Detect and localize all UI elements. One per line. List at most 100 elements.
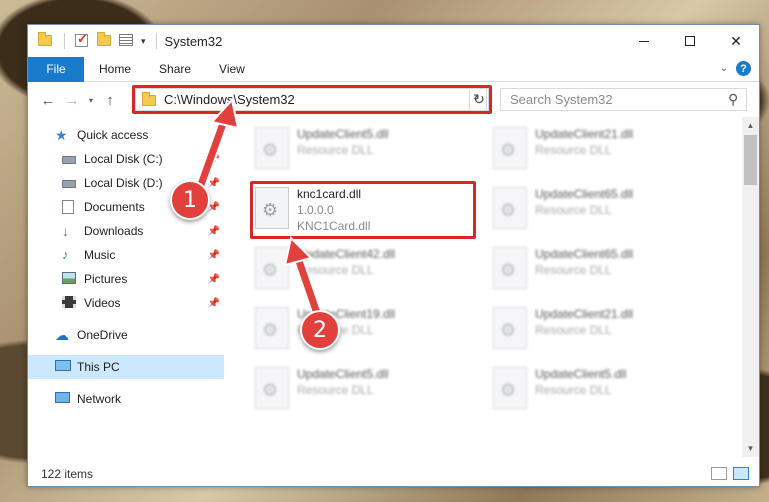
help-icon[interactable]: ? xyxy=(736,61,751,76)
ribbon-tabs: File Home Share View ⌄ ? xyxy=(28,56,759,82)
sidebar-item-label: Local Disk (C:) xyxy=(84,152,163,166)
search-icon[interactable]: ⚲ xyxy=(728,91,738,108)
large-icons-view-icon[interactable] xyxy=(733,467,749,480)
file-name: UpdateClient42.dll xyxy=(297,247,396,261)
pin-icon[interactable]: 📌 xyxy=(208,274,220,285)
file-item[interactable]: UpdateClient21.dll Resource DLL xyxy=(488,121,718,177)
sidebar-item-label: Downloads xyxy=(84,224,144,238)
file-name: UpdateClient5.dll xyxy=(535,367,627,381)
sidebar-item-network[interactable]: Network xyxy=(28,387,224,411)
dll-file-icon xyxy=(493,247,527,289)
pictures-icon xyxy=(62,272,78,286)
sidebar-item-label: This PC xyxy=(77,360,120,374)
file-name: UpdateClient5.dll xyxy=(297,127,389,141)
dll-file-icon xyxy=(255,367,289,409)
file-explorer-window: ▾ System32 ✕ File Home Share View ⌄ ? ← … xyxy=(27,24,760,487)
tab-file[interactable]: File xyxy=(28,56,84,82)
file-name: UpdateClient65.dll xyxy=(535,187,634,201)
file-item[interactable]: UpdateClient19.dll Resource DLL xyxy=(250,301,480,357)
dll-file-icon xyxy=(493,307,527,349)
file-item[interactable]: UpdateClient65.dll Resource DLL xyxy=(488,181,718,237)
sidebar-item-music[interactable]: ♪ Music 📌 xyxy=(28,243,224,267)
file-item-selected[interactable]: knc1card.dll 1.0.0.0 KNC1Card.dll xyxy=(250,181,480,239)
minimize-button[interactable] xyxy=(621,25,667,57)
file-description: Resource DLL xyxy=(535,383,612,397)
pin-icon[interactable]: 📌 xyxy=(208,178,220,189)
dll-file-icon xyxy=(493,367,527,409)
sidebar-item-label: Local Disk (D:) xyxy=(84,176,163,190)
sidebar-item-this-pc[interactable]: This PC xyxy=(28,355,224,379)
quick-access-toolbar: ▾ xyxy=(28,31,161,49)
dll-file-icon xyxy=(255,307,289,349)
vertical-scrollbar[interactable]: ▲ ▼ xyxy=(742,117,759,457)
file-item[interactable]: UpdateClient65.dll Resource DLL xyxy=(488,241,718,297)
file-item[interactable]: UpdateClient21.dll Resource DLL xyxy=(488,301,718,357)
scrollbar-thumb[interactable] xyxy=(744,135,757,185)
dll-file-icon xyxy=(493,187,527,229)
pin-icon[interactable]: 📌 xyxy=(208,226,220,237)
star-icon: ★ xyxy=(55,127,68,143)
divider xyxy=(64,33,65,49)
properties-icon[interactable] xyxy=(119,34,135,48)
pin-icon[interactable]: 📌 xyxy=(208,250,220,261)
file-description: Resource DLL xyxy=(535,143,612,157)
sidebar-item-local-disk-c[interactable]: Local Disk (C:) 📌 xyxy=(28,147,224,171)
music-icon: ♪ xyxy=(62,247,69,262)
search-placeholder: Search System32 xyxy=(510,92,613,107)
sidebar-item-downloads[interactable]: ↓ Downloads 📌 xyxy=(28,219,224,243)
dll-file-icon xyxy=(255,247,289,289)
disk-icon xyxy=(62,152,78,166)
customize-toolbar-dropdown-icon[interactable]: ▾ xyxy=(141,36,146,47)
sidebar-item-quick-access[interactable]: ★ Quick access xyxy=(28,123,224,147)
file-item[interactable]: UpdateClient5.dll Resource DLL xyxy=(250,121,480,177)
close-icon: ✕ xyxy=(730,32,742,49)
this-pc-icon xyxy=(55,360,71,374)
item-count: 122 items xyxy=(41,467,94,481)
window-controls: ✕ xyxy=(621,25,759,57)
file-item[interactable]: UpdateClient5.dll Resource DLL xyxy=(488,361,718,417)
file-item[interactable]: UpdateClient42.dll Resource DLL xyxy=(250,241,480,297)
scroll-down-icon[interactable]: ▼ xyxy=(742,440,759,457)
tab-share[interactable]: Share xyxy=(145,57,205,82)
up-button[interactable]: ↑ xyxy=(98,92,122,109)
sidebar-item-videos[interactable]: Videos 📌 xyxy=(28,291,224,315)
maximize-icon xyxy=(685,36,695,46)
address-highlight-box xyxy=(132,85,492,114)
file-description: Resource DLL xyxy=(297,143,374,157)
details-view-icon[interactable] xyxy=(711,467,727,480)
minimize-icon xyxy=(639,40,649,42)
expand-ribbon-icon[interactable]: ⌄ xyxy=(720,63,728,74)
pin-icon[interactable]: 📌 xyxy=(208,298,220,309)
pin-icon[interactable]: 📌 xyxy=(208,154,220,165)
sidebar-item-label: Pictures xyxy=(84,272,128,286)
properties-check-icon[interactable] xyxy=(75,31,91,48)
forward-button[interactable]: → xyxy=(60,92,84,109)
sidebar-item-label: Quick access xyxy=(77,128,149,142)
folder-icon xyxy=(38,32,54,48)
file-item[interactable]: UpdateClient5.dll Resource DLL xyxy=(250,361,480,417)
new-folder-icon[interactable] xyxy=(97,32,113,48)
window-title: System32 xyxy=(164,33,223,49)
dll-file-icon xyxy=(255,127,289,169)
view-toggle xyxy=(711,467,749,480)
back-button[interactable]: ← xyxy=(36,92,60,109)
file-highlight-box xyxy=(250,181,476,239)
navigation-pane: ★ Quick access Local Disk (C:) 📌 Local D… xyxy=(28,121,224,461)
title-bar: ▾ System32 ✕ xyxy=(28,25,759,57)
sidebar-item-onedrive[interactable]: ☁ OneDrive xyxy=(28,323,224,347)
maximize-button[interactable] xyxy=(667,25,713,57)
tab-home[interactable]: Home xyxy=(84,57,145,82)
close-button[interactable]: ✕ xyxy=(713,25,759,57)
file-description: Resource DLL xyxy=(535,323,612,337)
recent-locations-dropdown-icon[interactable]: ▾ xyxy=(84,96,98,105)
sidebar-item-label: Music xyxy=(84,248,116,262)
scroll-up-icon[interactable]: ▲ xyxy=(742,117,759,134)
step-1-callout: 1 xyxy=(170,180,210,220)
file-name: UpdateClient21.dll xyxy=(535,127,634,141)
status-bar: 122 items xyxy=(28,462,759,486)
tab-view[interactable]: View xyxy=(205,57,259,82)
file-name: UpdateClient5.dll xyxy=(297,367,389,381)
videos-icon xyxy=(62,296,78,310)
search-input[interactable]: Search System32 ⚲ xyxy=(500,88,747,111)
sidebar-item-pictures[interactable]: Pictures 📌 xyxy=(28,267,224,291)
